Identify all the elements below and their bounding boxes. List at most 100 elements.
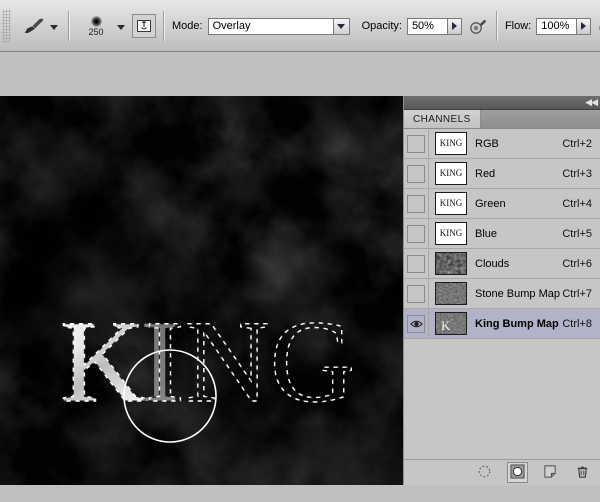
channel-visibility-toggle[interactable] [404, 308, 429, 339]
triangle-right-icon [451, 22, 457, 30]
tablet-pressure-size-button[interactable] [596, 16, 600, 36]
eye-icon [409, 320, 423, 327]
tab-channels[interactable]: CHANNELS [404, 110, 481, 128]
thumbnail-text: KING [439, 168, 463, 178]
channel-row-blue[interactable]: KING Blue Ctrl+5 [404, 218, 600, 249]
channel-thumbnail [435, 252, 467, 275]
channel-shortcut: Ctrl+8 [562, 317, 592, 330]
svg-text:K: K [441, 318, 451, 333]
channel-visibility-toggle[interactable] [404, 248, 429, 279]
channel-visibility-toggle[interactable] [404, 278, 429, 309]
paintbrush-icon [22, 16, 46, 36]
flow-slider-button[interactable] [576, 17, 592, 35]
soft-round-brush-icon [90, 15, 102, 27]
channel-thumbnail: KING [435, 132, 467, 155]
toolbar-separator [495, 11, 498, 41]
tool-options-bar: 250 Mode: Overlay Opacity: 50% Flow: 100… [0, 0, 600, 52]
tool-preset-chevron-down-icon[interactable] [50, 24, 58, 30]
image-canvas[interactable]: K I NG KING KING [0, 96, 403, 485]
opacity-slider-button[interactable] [446, 17, 462, 35]
channels-panel: ◀◀ CHANNELS KING RGB Ctrl+2 KING Red Ctrl+3 KI… [403, 96, 600, 485]
thumbnail-text: KING [439, 198, 463, 208]
thumbnail-preview [436, 283, 466, 304]
toggle-brushes-panel-button[interactable] [132, 14, 156, 38]
new-channel-icon [543, 464, 558, 482]
save-selection-as-channel-button[interactable] [507, 462, 528, 483]
tab-channels-label: CHANNELS [413, 113, 471, 125]
channel-row-green[interactable]: KING Green Ctrl+4 [404, 188, 600, 219]
toolbar-separator [163, 11, 165, 41]
visibility-checkbox[interactable] [407, 164, 425, 183]
channel-shortcut: Ctrl+7 [562, 287, 592, 300]
channel-visibility-toggle[interactable] [404, 218, 429, 249]
channel-shortcut: Ctrl+4 [562, 197, 592, 210]
blend-mode-dropdown-button[interactable] [332, 17, 350, 35]
canvas-artwork: K I NG KING KING [0, 96, 403, 485]
channel-name: Clouds [475, 257, 510, 270]
opacity-input[interactable]: 50% [406, 17, 447, 35]
delete-channel-button[interactable] [573, 463, 592, 482]
brush-preset-chevron-down-icon[interactable] [117, 24, 125, 30]
brush-preset-picker[interactable]: 250 [81, 15, 111, 37]
channel-thumbnail: K [435, 312, 467, 335]
channel-visibility-toggle[interactable] [404, 188, 429, 219]
delete-channel-icon [575, 464, 590, 482]
panel-titlebar[interactable]: ◀◀ [404, 96, 600, 110]
channel-name: RGB [475, 137, 499, 150]
tablet-pressure-opacity-icon [470, 19, 486, 34]
channel-shortcut: Ctrl+3 [562, 167, 592, 180]
panel-footer-toolbar [404, 459, 600, 485]
toolbar-separator [68, 11, 70, 41]
channel-visibility-toggle[interactable] [404, 158, 429, 189]
tablet-pressure-opacity-button[interactable] [467, 16, 489, 36]
channel-row-stone-bump-map[interactable]: Stone Bump Map Ctrl+7 [404, 278, 600, 309]
save-selection-as-channel-icon [510, 463, 525, 482]
opacity-field-group[interactable]: 50% [406, 17, 462, 35]
triangle-right-icon [581, 22, 587, 30]
visibility-checkbox[interactable] [407, 134, 425, 153]
photoshop-window: 250 Mode: Overlay Opacity: 50% Flow: 100… [0, 0, 600, 502]
thumbnail-text: KING [439, 228, 463, 238]
brush-size-value: 250 [88, 26, 104, 37]
channel-row-clouds[interactable]: Clouds Ctrl+6 [404, 248, 600, 279]
blend-mode-dropdown[interactable]: Overlay [207, 17, 350, 35]
chevron-down-icon [337, 23, 346, 29]
load-channel-as-selection-icon [477, 464, 492, 482]
flow-input[interactable]: 100% [536, 17, 577, 35]
opacity-label: Opacity: [361, 20, 402, 32]
channel-name: Green [475, 197, 506, 210]
channel-thumbnail: KING [435, 162, 467, 185]
visibility-checkbox[interactable] [407, 224, 425, 243]
thumbnail-preview [436, 253, 466, 274]
channel-thumbnail: KING [435, 192, 467, 215]
channel-name: Stone Bump Map [475, 287, 560, 300]
channel-name: Red [475, 167, 496, 180]
thumbnail-preview: K [436, 313, 466, 334]
channel-shortcut: Ctrl+5 [562, 227, 592, 240]
mode-label: Mode: [172, 20, 203, 32]
flow-label: Flow: [504, 20, 532, 32]
blend-mode-value[interactable]: Overlay [207, 17, 333, 35]
options-bar-drag-gripper[interactable] [2, 9, 11, 43]
channel-visibility-toggle[interactable] [404, 128, 429, 159]
channel-list: KING RGB Ctrl+2 KING Red Ctrl+3 KING Green Ctrl+… [404, 128, 600, 339]
active-tool-well[interactable] [19, 16, 61, 36]
channel-row-king-bump-map[interactable]: K King Bump Map Ctrl+8 [404, 308, 600, 339]
flow-field-group[interactable]: 100% [536, 17, 592, 35]
visibility-checkbox[interactable] [407, 284, 425, 303]
visibility-checkbox[interactable] [407, 314, 425, 333]
visibility-checkbox[interactable] [407, 254, 425, 273]
new-channel-button[interactable] [541, 463, 560, 482]
svg-text:KING: KING [60, 296, 355, 427]
channel-shortcut: Ctrl+6 [562, 257, 592, 270]
thumbnail-text: KING [439, 138, 463, 148]
channel-thumbnail: KING [435, 222, 467, 245]
channel-row-red[interactable]: KING Red Ctrl+3 [404, 158, 600, 189]
channel-thumbnail [435, 282, 467, 305]
channel-name: Blue [475, 227, 498, 240]
collapse-panel-icon[interactable]: ◀◀ [585, 98, 598, 107]
load-channel-as-selection-button[interactable] [475, 463, 494, 482]
channel-row-rgb[interactable]: KING RGB Ctrl+2 [404, 128, 600, 159]
channel-shortcut: Ctrl+2 [562, 137, 592, 150]
visibility-checkbox[interactable] [407, 194, 425, 213]
